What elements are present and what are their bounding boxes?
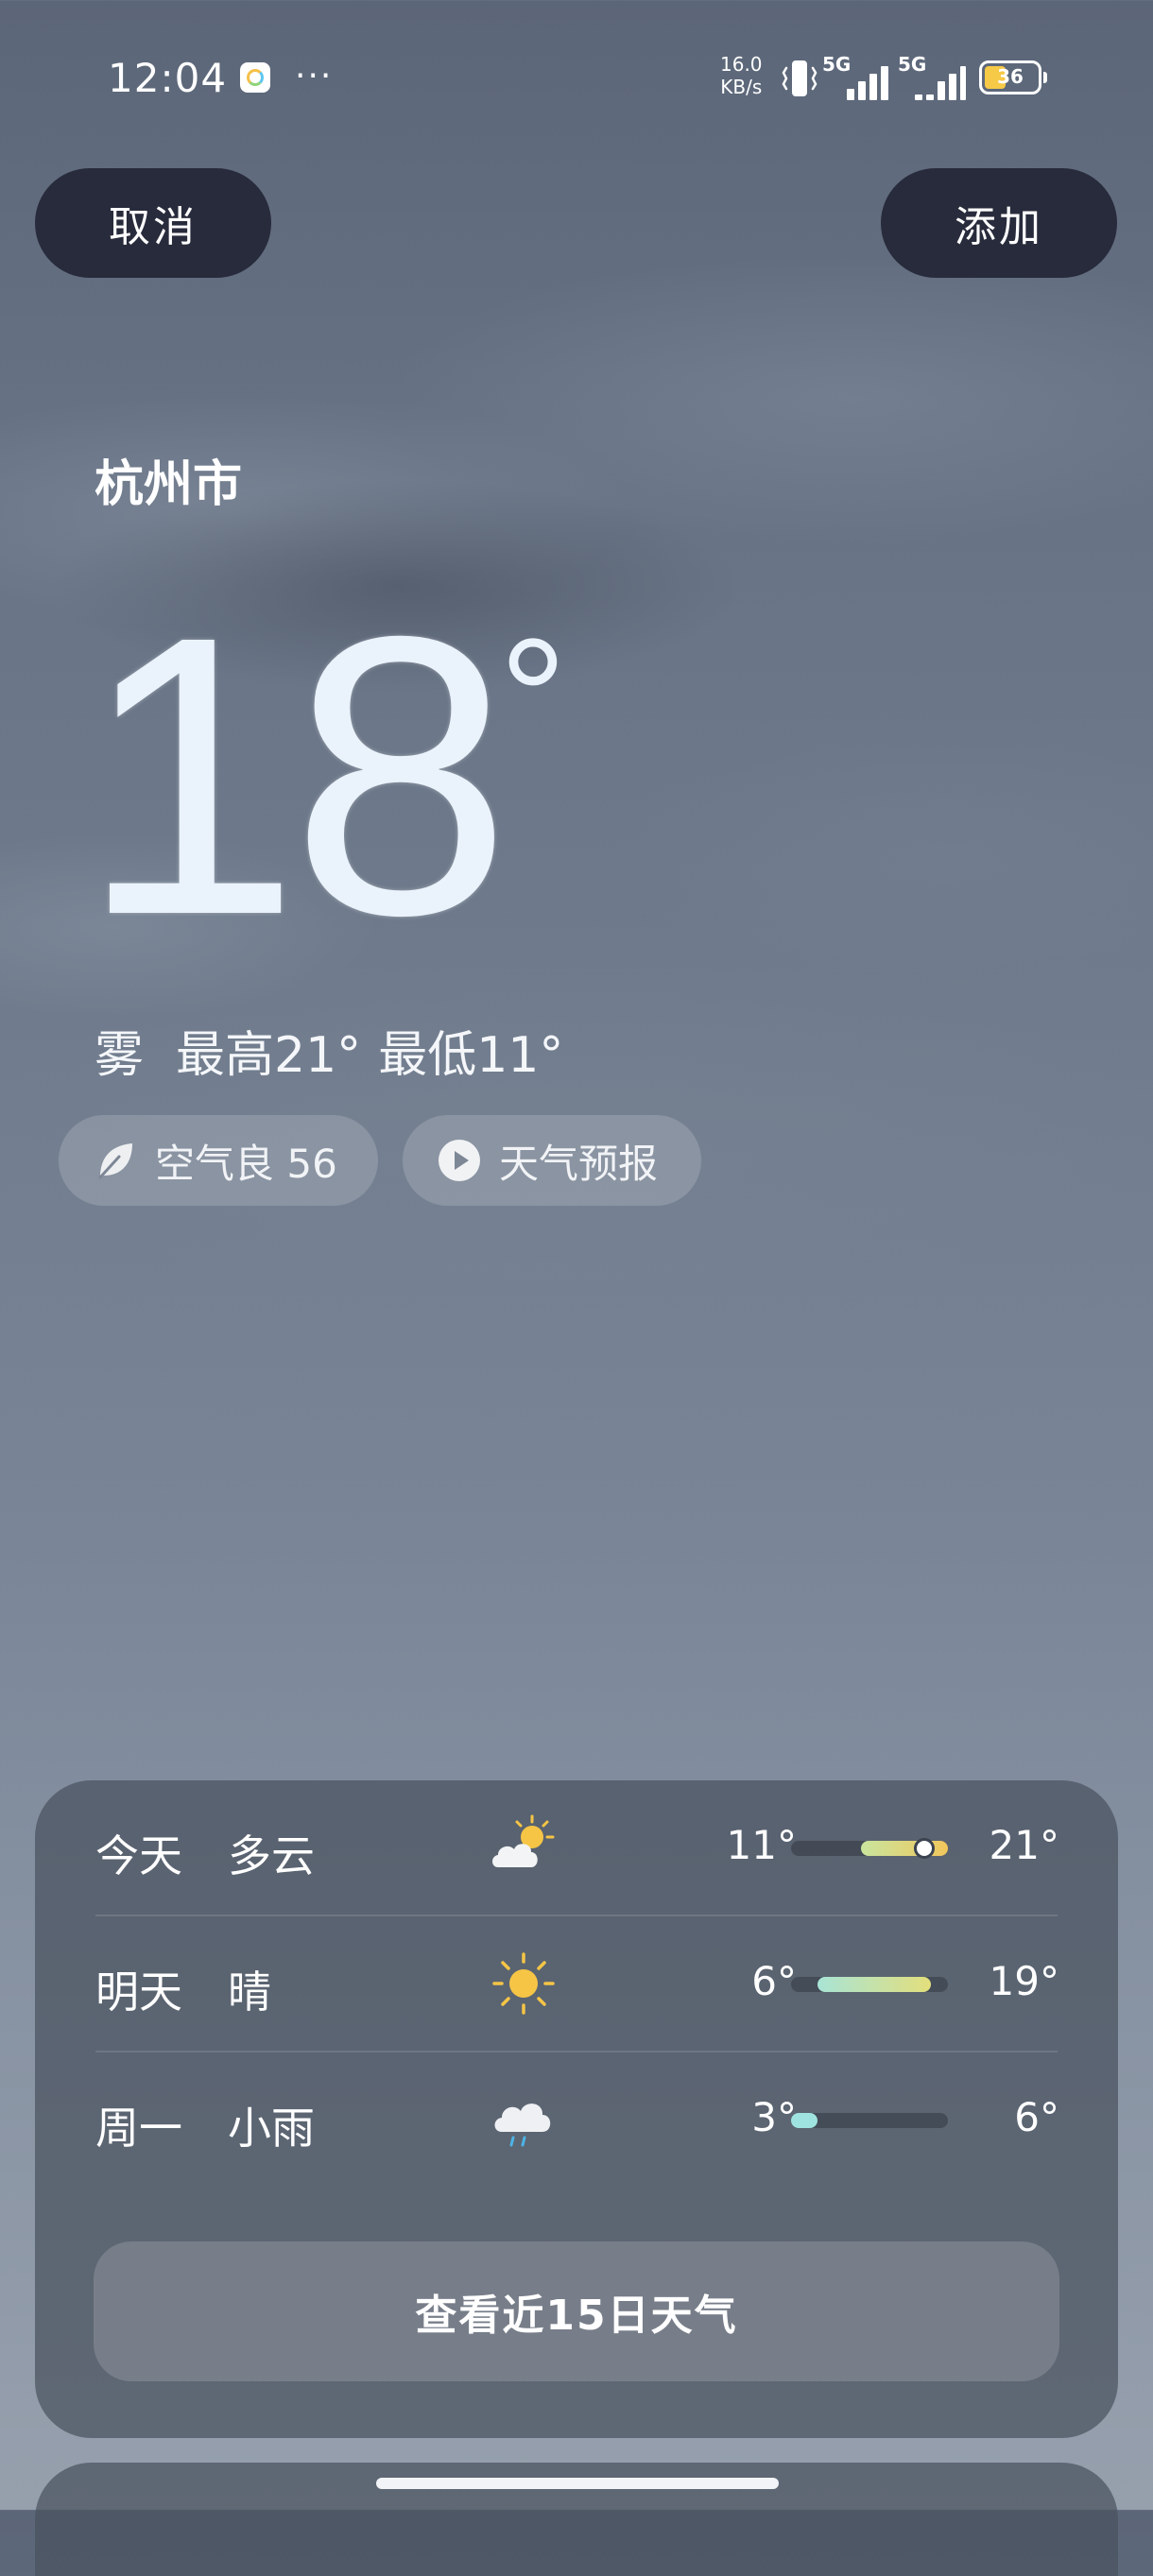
weather-summary: 雾最高21° 最低11° bbox=[95, 1015, 595, 1086]
network-speed-unit: KB/s bbox=[720, 76, 763, 98]
battery-icon: 36 bbox=[979, 60, 1047, 94]
add-button[interactable]: 添加 bbox=[881, 168, 1117, 278]
play-icon bbox=[439, 1140, 480, 1181]
daily-forecast-card: 今天 多云 11° 21° 明天 晴 6° 19° 周一 小雨 3° 6° 查看… bbox=[35, 1780, 1118, 2438]
temperature-range-fill bbox=[791, 2113, 817, 2128]
forecast-day: 今天 bbox=[95, 1830, 182, 1881]
current-condition: 雾 bbox=[95, 1027, 145, 1084]
forecast-row-monday[interactable]: 周一 小雨 3° 6° bbox=[35, 2052, 1118, 2187]
battery-level: 36 bbox=[997, 65, 1024, 88]
app-notification-icon bbox=[240, 62, 270, 93]
forecast-low: 6° bbox=[751, 1958, 797, 2004]
temperature-range-fill bbox=[860, 1841, 948, 1856]
weather-forecast-chip[interactable]: 天气预报 bbox=[403, 1115, 701, 1206]
current-temperature: 18 bbox=[79, 555, 511, 998]
forecast-high: 6° bbox=[1014, 2094, 1059, 2140]
temperature-range-bar bbox=[791, 1977, 948, 1992]
forecast-low: 11° bbox=[726, 1822, 797, 1868]
today-high: 最高21° bbox=[176, 1027, 362, 1084]
forecast-high: 21° bbox=[989, 1822, 1059, 1868]
network-speed-value: 16.0 bbox=[720, 53, 763, 76]
view-15-day-forecast-button[interactable]: 查看近15日天气 bbox=[94, 2241, 1059, 2381]
temperature-range-bar bbox=[791, 2113, 948, 2128]
forecast-row-tomorrow[interactable]: 明天 晴 6° 19° bbox=[35, 1916, 1118, 2051]
temperature-range-bar bbox=[791, 1838, 948, 1859]
sunny-icon bbox=[492, 1952, 555, 2015]
forecast-low: 3° bbox=[751, 2094, 797, 2140]
city-name: 杭州市 bbox=[95, 456, 243, 513]
leaf-icon bbox=[98, 1143, 132, 1179]
today-low: 最低11° bbox=[378, 1027, 564, 1084]
home-indicator[interactable] bbox=[376, 2478, 779, 2489]
sim1-signal-icon: 5G bbox=[822, 53, 888, 100]
status-bar: 12:04 ··· 16.0 KB/s 5G 5G 36 bbox=[0, 47, 1153, 113]
weather-forecast-label: 天气预报 bbox=[499, 1140, 659, 1187]
network-speed: 16.0 KB/s bbox=[720, 53, 763, 98]
light-rain-icon bbox=[494, 2104, 551, 2147]
forecast-day: 周一 bbox=[95, 2103, 182, 2154]
forecast-condition: 小雨 bbox=[228, 2103, 315, 2154]
air-quality-chip[interactable]: 空气良 56 bbox=[59, 1115, 378, 1206]
partly-cloudy-icon bbox=[492, 1814, 555, 1867]
forecast-condition: 多云 bbox=[228, 1830, 315, 1881]
sim2-signal-icon: 5G bbox=[898, 53, 966, 100]
forecast-condition: 晴 bbox=[228, 1966, 271, 2018]
cancel-button[interactable]: 取消 bbox=[35, 168, 271, 278]
vibrate-icon bbox=[782, 60, 817, 96]
temperature-range-fill bbox=[817, 1977, 931, 1992]
status-time: 12:04 bbox=[108, 55, 228, 101]
temperature-unit: ° bbox=[499, 604, 567, 794]
more-notifications-icon: ··· bbox=[295, 57, 334, 95]
air-quality-label: 空气良 56 bbox=[155, 1140, 337, 1187]
forecast-high: 19° bbox=[989, 1958, 1059, 2004]
forecast-row-today[interactable]: 今天 多云 11° 21° bbox=[35, 1780, 1118, 1915]
forecast-day: 明天 bbox=[95, 1966, 182, 2018]
